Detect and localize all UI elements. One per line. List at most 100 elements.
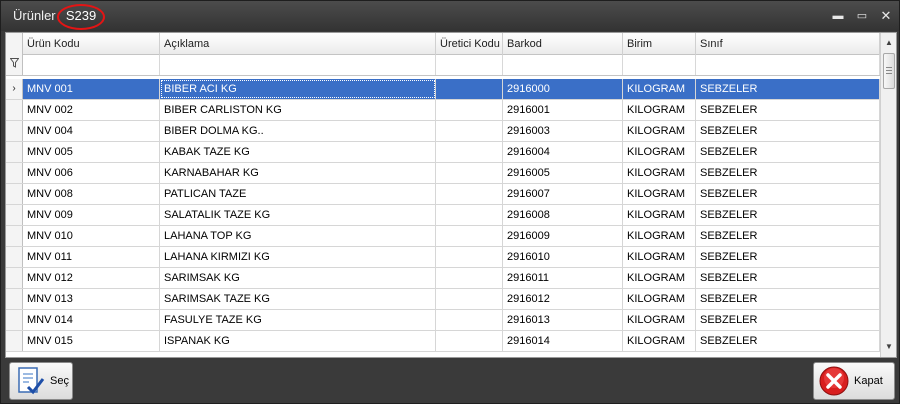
row-indicator[interactable] — [6, 121, 23, 141]
cell-product-code[interactable]: MNV 010 — [23, 226, 160, 246]
cell-product-code[interactable]: MNV 015 — [23, 331, 160, 351]
cell-unit[interactable]: KILOGRAM — [623, 289, 696, 309]
filter-class[interactable] — [696, 55, 880, 75]
minimize-button[interactable]: ▬ — [829, 7, 847, 25]
table-row[interactable]: MNV 004 BIBER DOLMA KG.. 2916003 KILOGRAM SE… — [6, 121, 880, 142]
cell-unit[interactable]: KILOGRAM — [623, 121, 696, 141]
cell-description[interactable]: SALATALIK TAZE KG — [160, 205, 436, 225]
cell-unit[interactable]: KILOGRAM — [623, 331, 696, 351]
table-row[interactable]: MNV 013 SARIMSAK TAZE KG 2916012 KILOGRAM SE… — [6, 289, 880, 310]
cell-description[interactable]: FASULYE TAZE KG — [160, 310, 436, 330]
cell-manufacturer-code[interactable] — [436, 100, 503, 120]
table-row[interactable]: MNV 014 FASULYE TAZE KG 2916013 KILOGRAM SEB… — [6, 310, 880, 331]
select-button[interactable]: Seç — [9, 362, 73, 400]
close-window-button[interactable]: ✕ — [877, 7, 895, 25]
table-row[interactable]: MNV 008 PATLICAN TAZE 2916007 KILOGRAM SEBZE… — [6, 184, 880, 205]
column-header-description[interactable]: Açıklama — [160, 33, 436, 55]
cell-manufacturer-code[interactable] — [436, 142, 503, 162]
cell-class[interactable]: SEBZELER — [696, 79, 880, 99]
funnel-icon[interactable] — [6, 55, 23, 75]
close-button[interactable]: Kapat — [813, 362, 895, 400]
cell-manufacturer-code[interactable] — [436, 310, 503, 330]
cell-description[interactable]: PATLICAN TAZE — [160, 184, 436, 204]
table-row[interactable]: MNV 010 LAHANA TOP KG 2916009 KILOGRAM SEBZE… — [6, 226, 880, 247]
cell-barcode[interactable]: 2916003 — [503, 121, 623, 141]
cell-class[interactable]: SEBZELER — [696, 268, 880, 288]
cell-unit[interactable]: KILOGRAM — [623, 226, 696, 246]
cell-description[interactable]: BIBER ACI KG — [160, 79, 436, 99]
scrollbar-thumb[interactable] — [883, 53, 895, 89]
cell-unit[interactable]: KILOGRAM — [623, 79, 696, 99]
row-indicator[interactable] — [6, 163, 23, 183]
cell-product-code[interactable]: MNV 012 — [23, 268, 160, 288]
cell-manufacturer-code[interactable] — [436, 226, 503, 246]
cell-product-code[interactable]: MNV 006 — [23, 163, 160, 183]
cell-unit[interactable]: KILOGRAM — [623, 142, 696, 162]
cell-manufacturer-code[interactable] — [436, 121, 503, 141]
cell-barcode[interactable]: 2916004 — [503, 142, 623, 162]
cell-manufacturer-code[interactable] — [436, 289, 503, 309]
cell-barcode[interactable]: 2916000 — [503, 79, 623, 99]
table-row[interactable]: › MNV 001 BIBER ACI KG 2916000 KILOGRAM SEBZE… — [6, 79, 880, 100]
cell-product-code[interactable]: MNV 014 — [23, 310, 160, 330]
column-header-class[interactable]: Sınıf — [696, 33, 880, 55]
row-indicator[interactable] — [6, 142, 23, 162]
table-row[interactable]: MNV 006 KARNABAHAR KG 2916005 KILOGRAM SEBZE… — [6, 163, 880, 184]
vertical-scrollbar[interactable]: ▲ ▼ — [880, 33, 896, 357]
cell-barcode[interactable]: 2916014 — [503, 331, 623, 351]
column-header-barcode[interactable]: Barkod — [503, 33, 623, 55]
cell-description[interactable]: BIBER DOLMA KG.. — [160, 121, 436, 141]
cell-description[interactable]: LAHANA TOP KG — [160, 226, 436, 246]
cell-class[interactable]: SEBZELER — [696, 331, 880, 351]
cell-description[interactable]: ISPANAK KG — [160, 331, 436, 351]
row-indicator[interactable] — [6, 226, 23, 246]
column-header-product-code[interactable]: Ürün Kodu — [23, 33, 160, 55]
cell-product-code[interactable]: MNV 002 — [23, 100, 160, 120]
cell-product-code[interactable]: MNV 008 — [23, 184, 160, 204]
row-indicator[interactable] — [6, 289, 23, 309]
cell-description[interactable]: SARIMSAK TAZE KG — [160, 289, 436, 309]
cell-product-code[interactable]: MNV 004 — [23, 121, 160, 141]
cell-barcode[interactable]: 2916007 — [503, 184, 623, 204]
cell-manufacturer-code[interactable] — [436, 205, 503, 225]
cell-barcode[interactable]: 2916011 — [503, 268, 623, 288]
cell-description[interactable]: KABAK TAZE KG — [160, 142, 436, 162]
row-indicator[interactable] — [6, 331, 23, 351]
table-row[interactable]: MNV 011 LAHANA KIRMIZI KG 2916010 KILOGRAM S… — [6, 247, 880, 268]
cell-unit[interactable]: KILOGRAM — [623, 205, 696, 225]
row-indicator[interactable] — [6, 205, 23, 225]
cell-unit[interactable]: KILOGRAM — [623, 163, 696, 183]
table-row[interactable]: MNV 009 SALATALIK TAZE KG 2916008 KILOGRAM S… — [6, 205, 880, 226]
cell-manufacturer-code[interactable] — [436, 163, 503, 183]
cell-product-code[interactable]: MNV 001 — [23, 79, 160, 99]
column-header-unit[interactable]: Birim — [623, 33, 696, 55]
cell-barcode[interactable]: 2916009 — [503, 226, 623, 246]
scroll-down-icon[interactable]: ▼ — [881, 339, 896, 355]
cell-unit[interactable]: KILOGRAM — [623, 310, 696, 330]
cell-unit[interactable]: KILOGRAM — [623, 268, 696, 288]
cell-manufacturer-code[interactable] — [436, 331, 503, 351]
cell-class[interactable]: SEBZELER — [696, 184, 880, 204]
cell-barcode[interactable]: 2916013 — [503, 310, 623, 330]
cell-class[interactable]: SEBZELER — [696, 205, 880, 225]
cell-class[interactable]: SEBZELER — [696, 163, 880, 183]
table-row[interactable]: MNV 005 KABAK TAZE KG 2916004 KILOGRAM SEBZE… — [6, 142, 880, 163]
cell-class[interactable]: SEBZELER — [696, 121, 880, 141]
cell-unit[interactable]: KILOGRAM — [623, 247, 696, 267]
row-indicator[interactable] — [6, 184, 23, 204]
cell-product-code[interactable]: MNV 009 — [23, 205, 160, 225]
cell-barcode[interactable]: 2916005 — [503, 163, 623, 183]
scroll-up-icon[interactable]: ▲ — [881, 35, 896, 51]
filter-product-code[interactable] — [23, 55, 160, 75]
cell-product-code[interactable]: MNV 011 — [23, 247, 160, 267]
cell-class[interactable]: SEBZELER — [696, 289, 880, 309]
cell-description[interactable]: BIBER CARLISTON KG — [160, 100, 436, 120]
cell-manufacturer-code[interactable] — [436, 79, 503, 99]
filter-unit[interactable] — [623, 55, 696, 75]
cell-manufacturer-code[interactable] — [436, 184, 503, 204]
products-grid[interactable]: Ürün Kodu Açıklama Üretici Kodu Barkod B… — [5, 32, 897, 358]
cell-manufacturer-code[interactable] — [436, 268, 503, 288]
row-indicator[interactable]: › — [6, 79, 23, 99]
row-indicator[interactable] — [6, 100, 23, 120]
table-row[interactable]: MNV 002 BIBER CARLISTON KG 2916001 KILOGRAM… — [6, 100, 880, 121]
